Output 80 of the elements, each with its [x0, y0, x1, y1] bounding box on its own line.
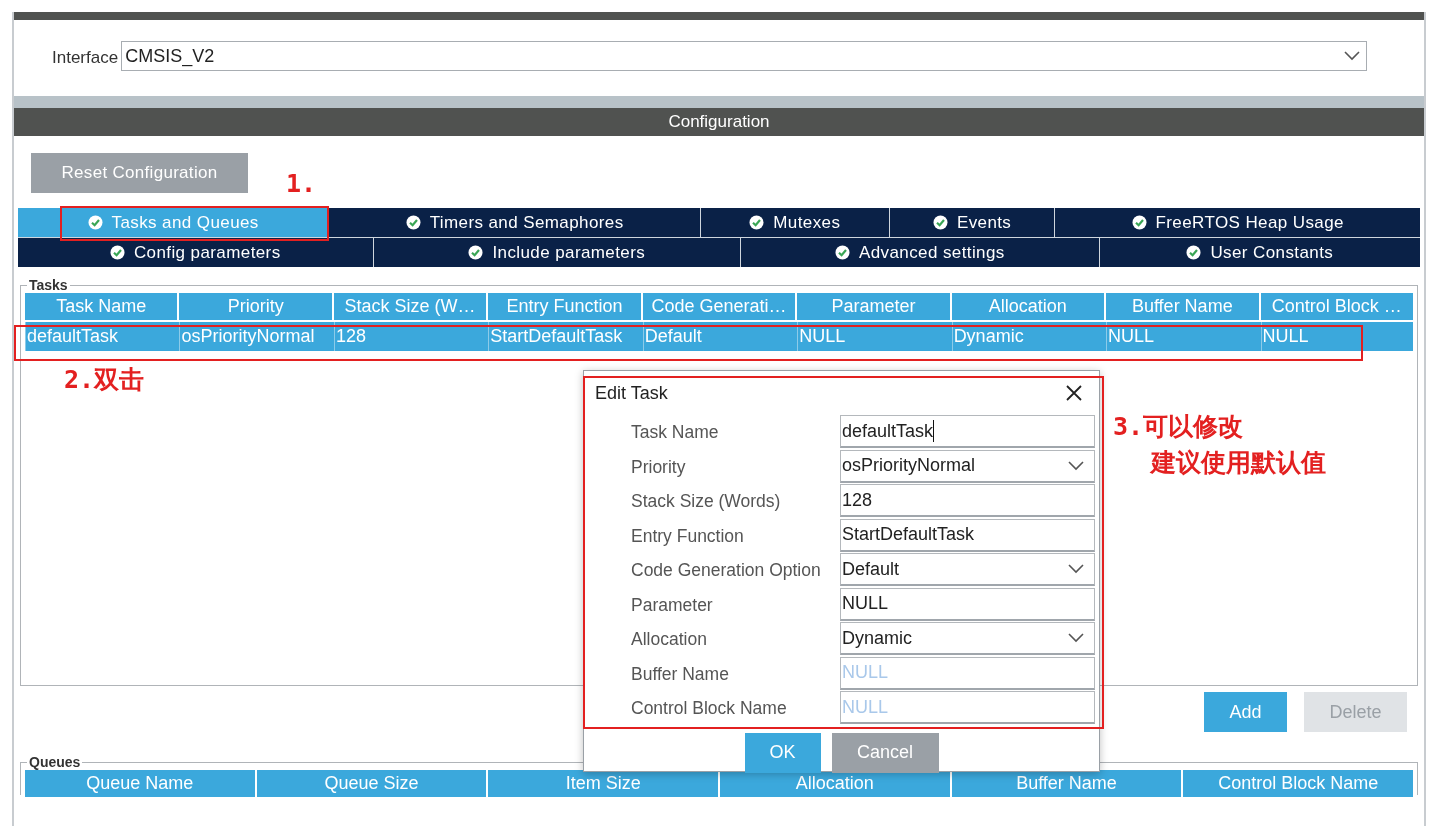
chevron-down-icon	[1068, 633, 1084, 643]
column-header[interactable]: Queue Size	[256, 770, 487, 797]
table-cell: 128	[333, 322, 487, 351]
column-header[interactable]: Stack Size (W…	[333, 293, 487, 320]
interface-dropdown[interactable]: CMSIS_V2	[121, 41, 1368, 71]
table-row[interactable]: defaultTask osPriorityNormal 128 StartDefaultTask Default NULL Dynamic NULL NULL	[25, 322, 1413, 351]
dialog-title: Edit Task	[595, 382, 668, 404]
table-cell: NULL	[1106, 322, 1259, 351]
tab[interactable]: Timers and Semaphores	[329, 208, 701, 237]
check-circle-icon	[405, 215, 421, 230]
table-cell: Default	[642, 322, 796, 351]
column-header[interactable]: Task Name	[25, 293, 178, 320]
column-header[interactable]: Control Block …	[1260, 293, 1413, 320]
column-header[interactable]: Code Generati…	[642, 293, 796, 320]
chevron-down-icon	[1068, 564, 1084, 574]
table-cell: defaultTask	[25, 322, 178, 351]
cancel-button[interactable]: Cancel	[831, 732, 939, 773]
tab[interactable]: Config parameters	[18, 238, 374, 267]
add-button[interactable]: Add	[1204, 692, 1287, 732]
tab[interactable]: Tasks and Queues	[18, 208, 330, 237]
check-circle-icon	[1186, 245, 1202, 260]
field-label: Code Generation Option	[631, 559, 822, 582]
column-header[interactable]: Control Block Name	[1183, 770, 1414, 797]
table-cell: Dynamic	[951, 322, 1105, 351]
input-field[interactable]: NULL	[840, 587, 1095, 621]
section-title: Configuration	[14, 108, 1424, 136]
dropdown[interactable]: Default	[840, 553, 1095, 586]
column-header[interactable]: Parameter	[797, 293, 950, 320]
check-circle-icon	[468, 245, 484, 260]
field-label: Entry Function	[631, 524, 745, 548]
column-header[interactable]: Item Size	[488, 770, 718, 797]
tab[interactable]: Mutexes	[700, 208, 890, 237]
input-field[interactable]: 128	[840, 484, 1095, 517]
close-icon	[1065, 384, 1083, 402]
tab[interactable]: Advanced settings	[741, 238, 1100, 267]
tab[interactable]: User Constants	[1099, 238, 1420, 267]
field-label: Buffer Name	[631, 662, 730, 686]
input-field[interactable]: NULL	[840, 691, 1095, 724]
chevron-down-icon	[1344, 51, 1361, 61]
column-header[interactable]: Allocation	[951, 293, 1105, 320]
check-circle-icon	[87, 215, 103, 230]
annotation-text: 2.双击	[64, 364, 145, 396]
check-circle-icon	[1131, 215, 1147, 230]
column-header[interactable]: Buffer Name	[951, 770, 1182, 797]
check-circle-icon	[835, 245, 850, 260]
annotation-text: 建议使用默认值	[1149, 447, 1326, 479]
dropdown[interactable]: osPriorityNormal	[840, 449, 1095, 483]
close-button[interactable]	[1065, 384, 1083, 402]
field-label: Priority	[631, 455, 687, 479]
field-label: Allocation	[631, 628, 708, 651]
annotation-text: 1.	[286, 168, 317, 200]
input-field[interactable]: NULL	[840, 656, 1095, 690]
tab[interactable]: Events	[889, 208, 1056, 237]
annotation-text: 3.可以修改	[1113, 411, 1245, 443]
field-label: Stack Size (Words)	[631, 490, 782, 513]
group-title: Queues	[28, 754, 82, 770]
check-circle-icon	[749, 215, 765, 230]
reset-configuration-button[interactable]: Reset Configuration	[31, 153, 248, 193]
tab[interactable]: Include parameters	[373, 238, 742, 267]
table-cell: osPriorityNormal	[179, 322, 332, 351]
column-header[interactable]: Entry Function	[488, 293, 641, 320]
group-title: Tasks	[28, 277, 69, 293]
table-cell: NULL	[797, 322, 950, 351]
field-label: Interface	[52, 48, 119, 68]
tab[interactable]: FreeRTOS Heap Usage	[1055, 208, 1420, 237]
field-label: Task Name	[631, 421, 720, 444]
ok-button[interactable]: OK	[744, 732, 821, 773]
check-circle-icon	[932, 215, 948, 230]
table-cell: NULL	[1260, 322, 1413, 351]
column-header[interactable]: Priority	[179, 293, 332, 320]
input-field[interactable]: defaultTask	[840, 415, 1095, 448]
dropdown[interactable]: Dynamic	[840, 622, 1095, 655]
check-circle-icon	[109, 245, 125, 260]
field-label: Parameter	[631, 593, 714, 617]
column-header[interactable]: Queue Name	[25, 770, 255, 797]
table-cell: StartDefaultTask	[488, 322, 641, 351]
chevron-down-icon	[1068, 460, 1084, 471]
input-field[interactable]: StartDefaultTask	[840, 518, 1095, 552]
field-label: Control Block Name	[631, 697, 788, 720]
column-header[interactable]: Buffer Name	[1106, 293, 1259, 320]
